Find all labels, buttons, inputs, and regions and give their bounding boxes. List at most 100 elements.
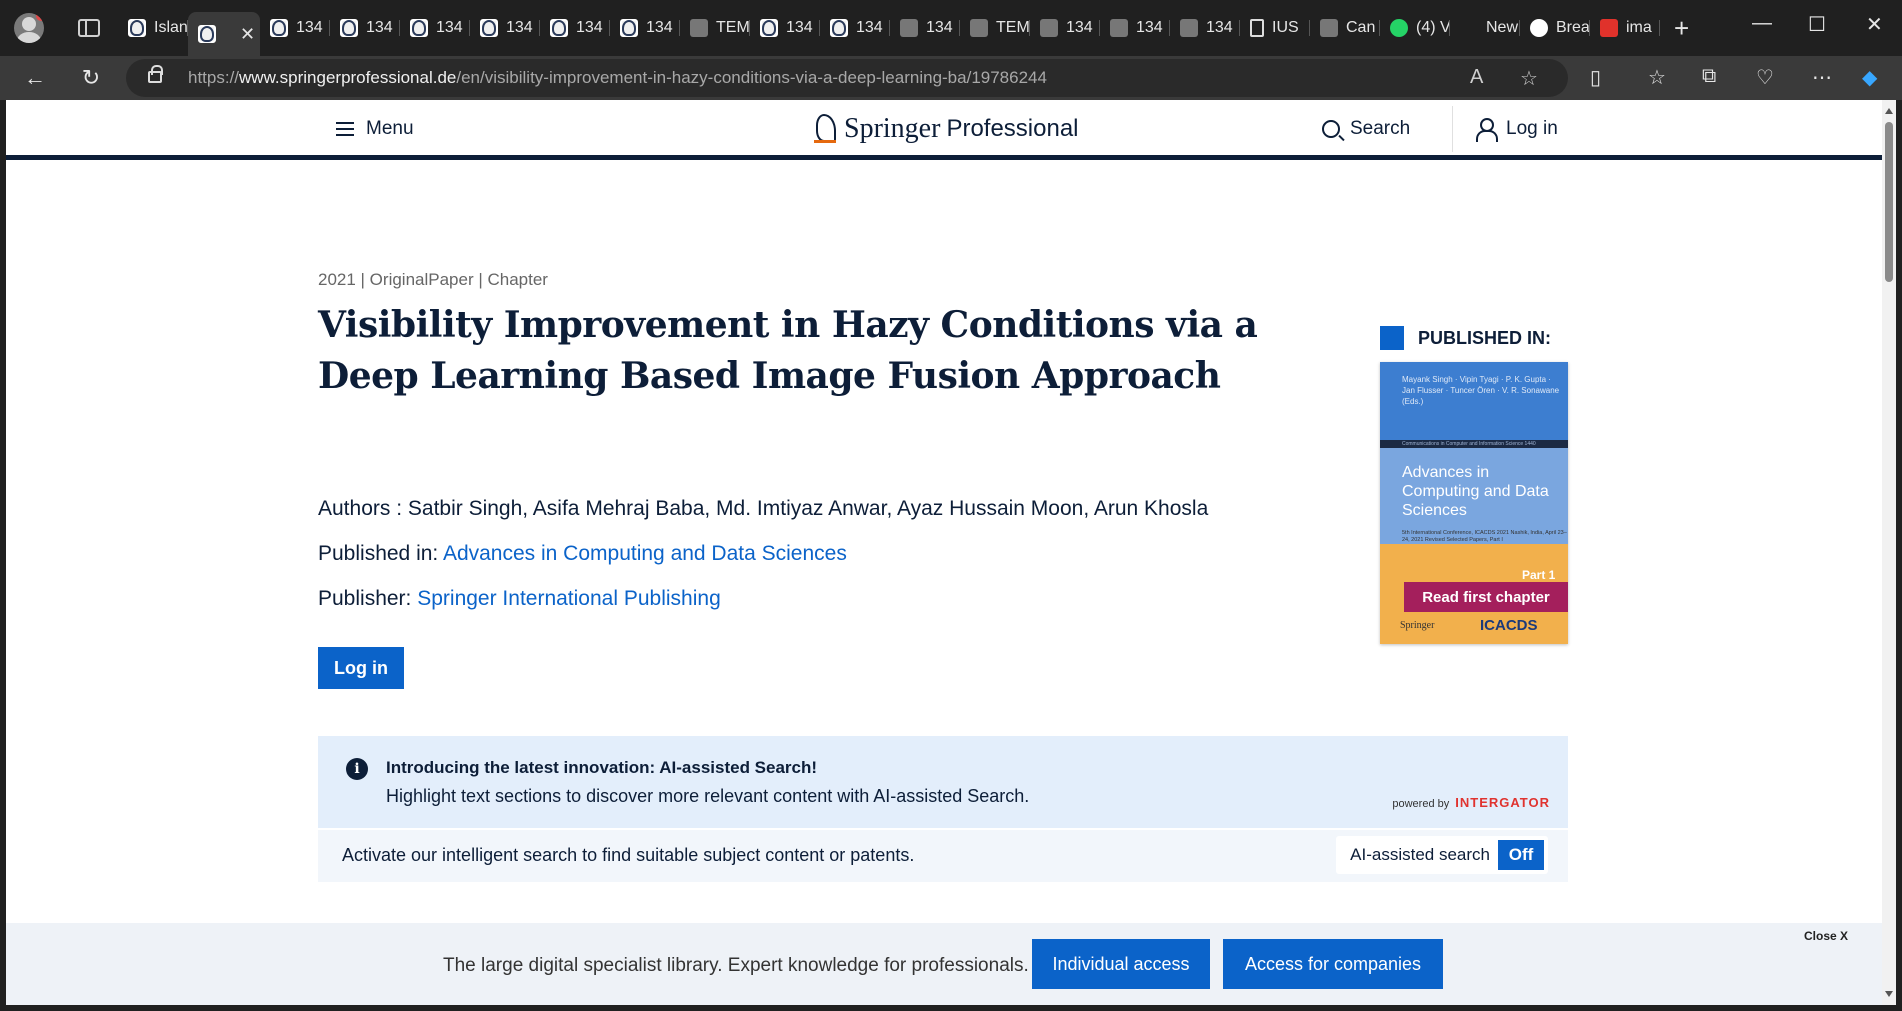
logo-springer-text: Springer	[844, 113, 941, 144]
minimize-icon[interactable]: —	[1752, 12, 1772, 35]
copilot-icon[interactable]: ◆	[1862, 65, 1877, 90]
cover-title: Advances in Computing and Data Sciences	[1402, 464, 1549, 519]
browser-tab[interactable]: 134	[260, 8, 330, 48]
user-icon	[1476, 118, 1498, 142]
tab-label: Islan	[154, 19, 188, 36]
site-header: Menu Springer Professional Search Log in	[6, 100, 1882, 160]
menu-button[interactable]: Menu	[336, 118, 414, 140]
search-button[interactable]: Search	[1322, 118, 1410, 140]
springer-professional-logo[interactable]: Springer Professional	[812, 112, 1079, 146]
collections-icon[interactable]: ⧉	[1702, 65, 1716, 88]
article-meta: 2021 | OriginalPaper | Chapter	[318, 270, 548, 289]
browser-tab[interactable]: Islan	[118, 8, 188, 48]
cover-authors: Mayank Singh · Vipin Tyagi · P. K. Gupta…	[1402, 375, 1560, 406]
tab-favicon-icon	[620, 19, 638, 37]
banner-text: The large digital specialist library. Ex…	[443, 955, 1029, 976]
info-icon: i	[346, 758, 368, 780]
browser-tab[interactable]: 134	[540, 8, 610, 48]
new-tab-icon[interactable]: +	[1674, 13, 1689, 44]
browser-tab[interactable]: Can	[1310, 8, 1380, 48]
tab-favicon-icon	[550, 19, 568, 37]
maximize-icon[interactable]: ☐	[1808, 12, 1826, 37]
browser-tab[interactable]: ima	[1590, 8, 1660, 48]
tab-label: 134	[366, 19, 393, 36]
tab-label: 134	[436, 19, 463, 36]
cover-series: Communications in Computer and Informati…	[1402, 441, 1536, 447]
url-field[interactable]: https://www.springerprofessional.de/en/v…	[126, 59, 1568, 97]
lock-icon[interactable]	[148, 65, 163, 83]
tab-favicon-icon	[970, 19, 988, 37]
favorites-icon[interactable]: ☆	[1648, 65, 1666, 90]
scroll-up-icon[interactable]	[1885, 108, 1893, 114]
tab-favicon-icon	[1600, 19, 1618, 37]
authors-list: Satbir Singh, Asifa Mehraj Baba, Md. Imt…	[407, 497, 1209, 520]
ai-search-toggle-state[interactable]: Off	[1498, 840, 1544, 870]
tab-label: 134	[576, 19, 603, 36]
cover-conference-mark: ICACDS	[1480, 617, 1538, 634]
tab-favicon-icon	[1250, 19, 1264, 37]
tab-label: 134	[786, 19, 813, 36]
tab-label: (4) V	[1416, 19, 1450, 36]
header-divider	[1452, 106, 1453, 152]
tab-favicon-icon	[1460, 19, 1478, 37]
browser-essentials-icon[interactable]: ♡	[1756, 65, 1774, 90]
banner-close-button[interactable]: Close X	[1804, 929, 1848, 943]
scroll-down-icon[interactable]	[1885, 991, 1893, 997]
tab-favicon-icon	[690, 19, 708, 37]
refresh-icon[interactable]: ↻	[80, 65, 102, 91]
browser-tab[interactable]: 134	[750, 8, 820, 48]
browser-tab[interactable]: (4) V	[1380, 8, 1450, 48]
browser-tab[interactable]: New	[1450, 8, 1520, 48]
cover-part: Part 1	[1522, 568, 1556, 582]
login-label: Log in	[1506, 118, 1558, 139]
ai-search-notice: i Introducing the latest innovation: AI-…	[318, 736, 1568, 828]
browser-tab-active[interactable]: ✕	[188, 12, 260, 56]
vertical-scrollbar[interactable]	[1882, 100, 1896, 1005]
browser-tab[interactable]: Brea	[1520, 8, 1590, 48]
menu-label: Menu	[366, 118, 414, 139]
book-cover[interactable]: Mayank Singh · Vipin Tyagi · P. K. Gupta…	[1380, 362, 1568, 644]
favorite-star-icon[interactable]: ☆	[1520, 66, 1538, 91]
tab-favicon-icon	[760, 19, 778, 37]
tab-label: 134	[296, 19, 323, 36]
tab-label: IUS	[1272, 19, 1299, 36]
browser-tab[interactable]: 134	[330, 8, 400, 48]
browser-tab[interactable]: TEM	[680, 8, 750, 48]
browser-tab[interactable]: 134	[610, 8, 680, 48]
browser-tab[interactable]: 134	[890, 8, 960, 48]
publisher-line: Publisher: Springer International Publis…	[318, 587, 721, 611]
article-login-button[interactable]: Log in	[318, 647, 404, 689]
tab-favicon-icon	[830, 19, 848, 37]
read-first-chapter-button[interactable]: Read first chapter	[1404, 582, 1568, 612]
browser-tab[interactable]: 134	[400, 8, 470, 48]
scrollbar-thumb[interactable]	[1885, 122, 1893, 282]
individual-access-button[interactable]: Individual access	[1032, 939, 1210, 989]
browser-tab[interactable]: 134	[820, 8, 890, 48]
browser-tab[interactable]: TEM	[960, 8, 1030, 48]
profile-avatar-icon[interactable]	[14, 13, 44, 43]
read-aloud-icon[interactable]: A	[1470, 66, 1483, 89]
header-login-button[interactable]: Log in	[1476, 118, 1558, 142]
tab-label: ima	[1626, 19, 1652, 36]
search-icon	[1322, 120, 1340, 138]
ai-search-heading: Introducing the latest innovation: AI-as…	[386, 758, 818, 777]
tab-favicon-icon	[340, 19, 358, 37]
split-screen-icon[interactable]: ▯	[1590, 65, 1601, 90]
access-for-companies-button[interactable]: Access for companies	[1223, 939, 1443, 989]
browser-tab[interactable]: 134	[1170, 8, 1240, 48]
back-icon[interactable]: ←	[24, 65, 46, 91]
close-tab-icon[interactable]: ✕	[240, 24, 255, 45]
tab-favicon-icon	[270, 19, 288, 37]
tab-actions-icon[interactable]	[78, 19, 100, 37]
publisher-link[interactable]: Springer International Publishing	[417, 587, 721, 610]
window-close-icon[interactable]: ✕	[1866, 12, 1883, 37]
browser-tab[interactable]: 134	[1100, 8, 1170, 48]
tab-label: Brea	[1556, 19, 1590, 36]
ai-search-toggle[interactable]: AI-assisted search Off	[1336, 836, 1548, 874]
browser-tab[interactable]: 134	[470, 8, 540, 48]
browser-tab[interactable]: IUS	[1240, 8, 1310, 48]
browser-tab[interactable]: 134	[1030, 8, 1100, 48]
tab-favicon-icon	[1530, 19, 1548, 37]
published-in-link[interactable]: Advances in Computing and Data Sciences	[443, 542, 847, 565]
more-options-icon[interactable]: ⋯	[1812, 65, 1832, 90]
